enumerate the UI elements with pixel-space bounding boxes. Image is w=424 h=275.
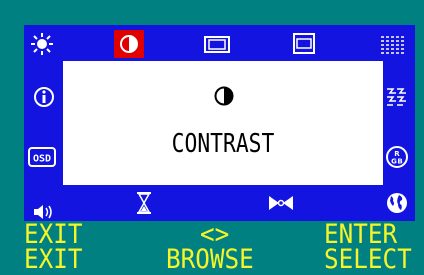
rgb-button[interactable]: R G B [382, 142, 412, 172]
vertical-size-icon [293, 33, 315, 54]
sharpness-button[interactable] [382, 82, 412, 112]
osd-label: OSD [33, 154, 51, 165]
osd-menu-panel: OSD R G B CONTRAST [24, 25, 415, 221]
content-area: CONTRAST [63, 61, 383, 185]
content-title: CONTRAST [171, 129, 275, 159]
shape-button[interactable] [266, 189, 296, 217]
svg-text:G: G [391, 158, 397, 166]
info-button[interactable] [29, 82, 59, 112]
svg-text:B: B [397, 158, 402, 166]
moire-button[interactable] [378, 30, 408, 58]
bottom-icon-row [24, 185, 415, 221]
globe-icon [387, 193, 407, 213]
brightness-button[interactable] [27, 30, 57, 58]
browse-label: BROWSE [166, 244, 254, 275]
moire-icon [381, 36, 405, 54]
info-icon [34, 87, 54, 107]
horizontal-size-button[interactable] [202, 30, 232, 58]
language-button[interactable] [382, 189, 412, 217]
timer-button[interactable] [129, 189, 159, 217]
contrast-icon [120, 35, 138, 53]
hourglass-icon [137, 192, 151, 214]
sharpness-icon [387, 88, 406, 106]
pincushion-icon [269, 196, 293, 210]
contrast-button[interactable] [114, 30, 144, 58]
brightness-icon [31, 33, 53, 55]
horizontal-size-icon [204, 36, 230, 53]
contrast-icon-large [214, 86, 234, 106]
vertical-size-button[interactable] [289, 30, 319, 58]
osd-button[interactable]: OSD [27, 142, 57, 172]
rgb-icon: R G B [386, 146, 408, 168]
select-label: SELECT [324, 244, 412, 275]
top-icon-row [24, 25, 415, 61]
exit-label: EXIT [24, 244, 83, 275]
osd-icon: OSD [28, 147, 56, 167]
